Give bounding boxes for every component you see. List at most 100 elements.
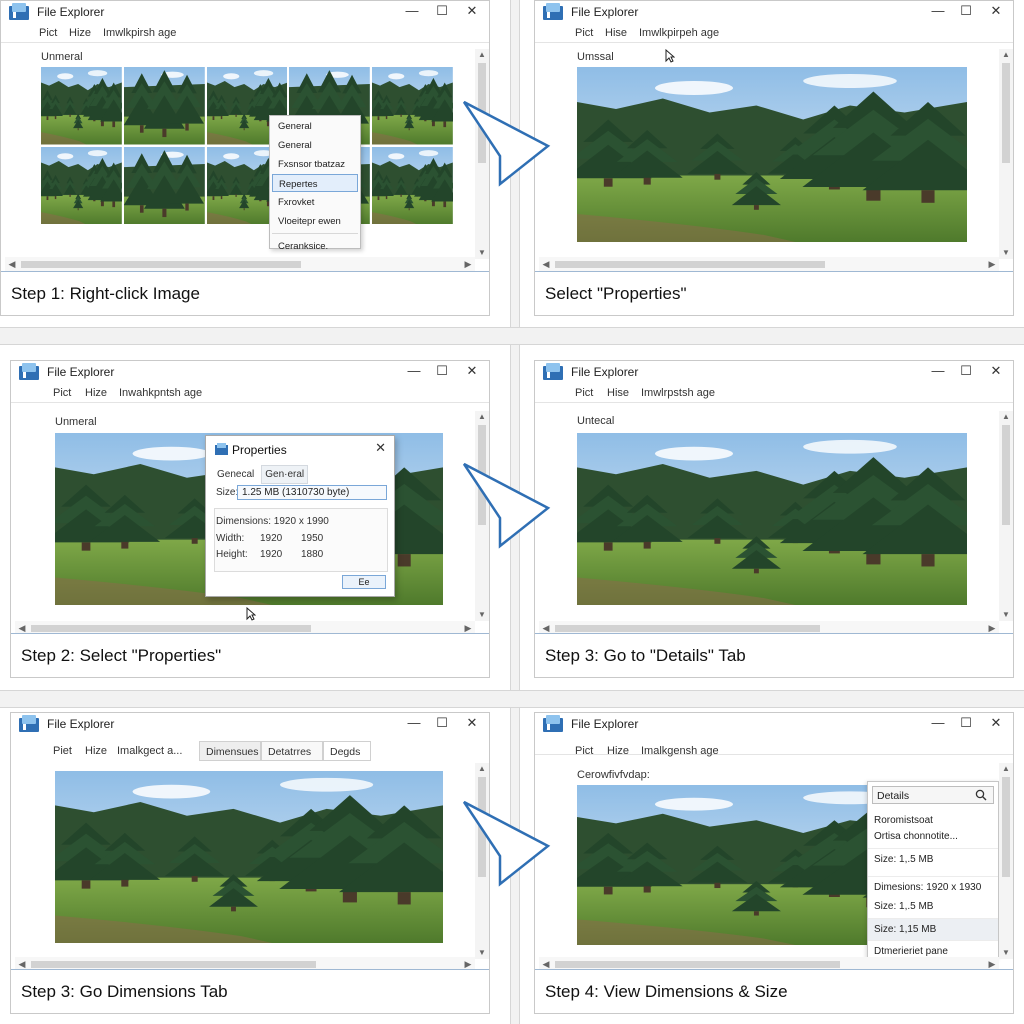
- maximize-button[interactable]: ☐: [431, 713, 453, 733]
- context-menu-item[interactable]: Ceranksice.: [272, 237, 358, 255]
- maximize-button[interactable]: ☐: [955, 1, 977, 21]
- menu-item[interactable]: Pict: [575, 387, 593, 399]
- scroll-right-icon[interactable]: ▶: [985, 257, 999, 271]
- scroll-thumb[interactable]: [31, 961, 316, 968]
- tab-dimensions[interactable]: Dimensues: [199, 741, 261, 761]
- menu-item[interactable]: Hize: [607, 745, 629, 757]
- close-button[interactable]: ✕: [985, 1, 1007, 21]
- scroll-right-icon[interactable]: ▶: [461, 257, 475, 271]
- menu-item[interactable]: Pict: [53, 387, 71, 399]
- menu-item[interactable]: Hize: [85, 387, 107, 399]
- scroll-up-icon[interactable]: ▲: [475, 411, 489, 423]
- context-menu-item-properties[interactable]: Repertes: [272, 174, 358, 192]
- tab-degds[interactable]: Degds: [323, 741, 371, 761]
- window-title: File Explorer: [571, 717, 639, 731]
- menu-item[interactable]: Inwahkpntsh age: [119, 387, 202, 399]
- vertical-scrollbar[interactable]: ▲ ▼: [999, 763, 1013, 959]
- scroll-down-icon[interactable]: ▼: [475, 609, 489, 621]
- context-menu-item[interactable]: Vloeitepr ewen: [272, 212, 358, 230]
- close-button[interactable]: ✕: [461, 1, 483, 21]
- minimize-button[interactable]: —: [403, 361, 425, 381]
- scroll-thumb[interactable]: [1002, 425, 1010, 525]
- context-menu-item[interactable]: General: [272, 117, 358, 135]
- image-thumbnail[interactable]: [41, 67, 122, 145]
- menu-item[interactable]: Hize: [85, 745, 107, 757]
- menu-item[interactable]: Imalkgensh age: [641, 745, 719, 757]
- menu-item[interactable]: Imwlrpstsh age: [641, 387, 715, 399]
- minimize-button[interactable]: —: [401, 1, 423, 21]
- vertical-scrollbar[interactable]: ▲ ▼: [999, 411, 1013, 621]
- scroll-up-icon[interactable]: ▲: [475, 763, 489, 775]
- search-icon[interactable]: [975, 789, 987, 801]
- menu-item[interactable]: Pict: [575, 745, 593, 757]
- scroll-up-icon[interactable]: ▲: [999, 49, 1013, 61]
- menu-item[interactable]: Imalkgect a...: [117, 745, 182, 757]
- size-value-field[interactable]: 1.25 MB (1310730 byte): [237, 485, 387, 500]
- menu-item[interactable]: Hise: [607, 387, 629, 399]
- minimize-button[interactable]: —: [927, 1, 949, 21]
- title-bar: File Explorer — ☐ ✕: [535, 713, 1013, 735]
- dialog-tab[interactable]: Genecal: [214, 466, 257, 483]
- close-button[interactable]: ✕: [461, 361, 483, 381]
- image-preview[interactable]: [55, 771, 443, 943]
- maximize-button[interactable]: ☐: [955, 361, 977, 381]
- maximize-button[interactable]: ☐: [431, 1, 453, 21]
- maximize-button[interactable]: ☐: [431, 361, 453, 381]
- height-label: Height:: [216, 549, 248, 560]
- minimize-button[interactable]: —: [927, 713, 949, 733]
- explorer-window: File Explorer — ☐ ✕ Pict Hise Imwlkpirpe…: [535, 1, 1013, 273]
- close-button[interactable]: ✕: [461, 713, 483, 733]
- scroll-up-icon[interactable]: ▲: [999, 763, 1013, 775]
- scroll-down-icon[interactable]: ▼: [999, 609, 1013, 621]
- horizontal-scrollbar[interactable]: ◀ ▶: [5, 257, 475, 271]
- details-search-box[interactable]: Details: [872, 786, 994, 804]
- scroll-left-icon[interactable]: ◀: [5, 257, 19, 271]
- image-thumbnail[interactable]: [124, 147, 205, 225]
- minimize-button[interactable]: —: [927, 361, 949, 381]
- tab-details[interactable]: Detatrres: [261, 741, 323, 761]
- image-thumbnail[interactable]: [41, 147, 122, 225]
- scroll-up-icon[interactable]: ▲: [475, 49, 489, 61]
- width-value-alt: 1950: [301, 533, 324, 544]
- maximize-button[interactable]: ☐: [955, 713, 977, 733]
- image-thumbnail[interactable]: [372, 147, 453, 225]
- dialog-close-icon[interactable]: ✕: [375, 440, 386, 456]
- scroll-down-icon[interactable]: ▼: [475, 947, 489, 959]
- caption-text: Step 3: Go to "Details" Tab: [545, 646, 746, 665]
- dialog-tab-active[interactable]: Gen·eral: [261, 465, 309, 484]
- menu-item[interactable]: Hise: [605, 27, 627, 39]
- image-thumbnail[interactable]: [372, 67, 453, 145]
- scroll-left-icon[interactable]: ◀: [539, 257, 553, 271]
- menu-item[interactable]: Piet: [53, 745, 72, 757]
- details-row-size-highlighted[interactable]: Size: 1,15 MB: [868, 918, 998, 940]
- image-thumbnail[interactable]: [124, 67, 205, 145]
- menu-item[interactable]: Imwlkpirpeh age: [639, 27, 719, 39]
- scroll-thumb[interactable]: [555, 625, 820, 632]
- menu-item[interactable]: Hize: [69, 27, 91, 39]
- horizontal-scrollbar[interactable]: ◀ ▶: [539, 257, 999, 271]
- scroll-up-icon[interactable]: ▲: [999, 411, 1013, 423]
- scroll-thumb[interactable]: [555, 961, 840, 968]
- image-preview[interactable]: [577, 433, 967, 605]
- context-menu-item[interactable]: General: [272, 136, 358, 154]
- vertical-scrollbar[interactable]: ▲ ▼: [999, 49, 1013, 259]
- minimize-button[interactable]: —: [403, 713, 425, 733]
- context-menu-item[interactable]: Fxrovket: [272, 193, 358, 211]
- menu-item[interactable]: Pict: [575, 27, 593, 39]
- close-button[interactable]: ✕: [985, 713, 1007, 733]
- scroll-thumb[interactable]: [31, 625, 311, 632]
- scroll-down-icon[interactable]: ▼: [999, 247, 1013, 259]
- close-button[interactable]: ✕: [985, 361, 1007, 381]
- scroll-thumb[interactable]: [21, 261, 301, 268]
- menu-item[interactable]: Pict: [39, 27, 57, 39]
- menu-item[interactable]: Imwlkpirsh age: [103, 27, 176, 39]
- scroll-down-icon[interactable]: ▼: [999, 947, 1013, 959]
- image-preview[interactable]: [577, 67, 967, 242]
- scroll-down-icon[interactable]: ▼: [475, 247, 489, 259]
- context-menu-item[interactable]: Fxsnsor tbatzaz: [272, 155, 358, 173]
- scroll-thumb[interactable]: [1002, 63, 1010, 163]
- details-row-size: Size: 1,.5 MB: [874, 901, 934, 912]
- scroll-thumb[interactable]: [1002, 777, 1010, 877]
- scroll-thumb[interactable]: [555, 261, 825, 268]
- ok-button[interactable]: Ee: [342, 575, 386, 589]
